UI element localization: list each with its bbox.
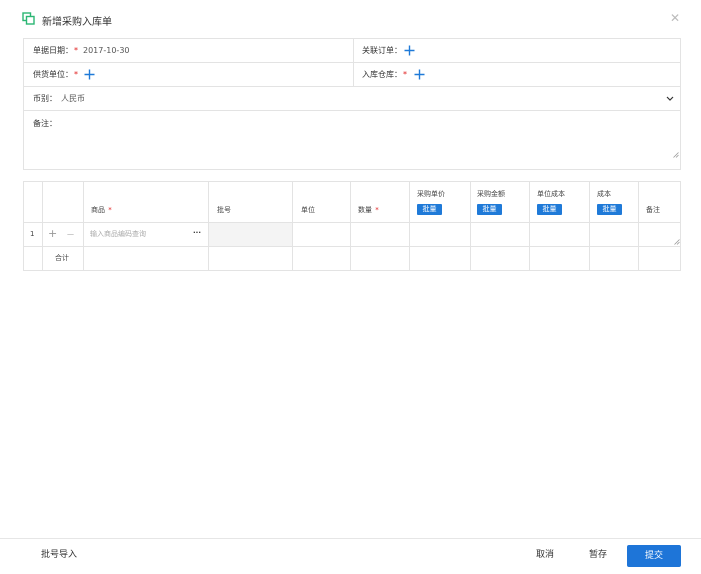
remark-textarea[interactable]: [74, 117, 674, 165]
col-unit: 单位: [301, 206, 315, 214]
submit-button[interactable]: 提交: [627, 545, 681, 567]
close-icon[interactable]: ✕: [670, 11, 680, 25]
batch-unit-cost-button[interactable]: 批量: [537, 204, 562, 215]
col-product: 商品 *: [91, 206, 112, 214]
resize-handle-icon[interactable]: [674, 239, 680, 245]
supplier-label: 供货单位：*: [33, 70, 78, 79]
save-draft-button[interactable]: 暂存: [589, 549, 607, 561]
copy-icon: [22, 12, 35, 25]
related-order-label: 关联订单：: [362, 46, 402, 55]
doc-date-field[interactable]: 2017-10-30: [83, 46, 130, 56]
order-form: 单据日期：* 2017-10-30 关联订单： 供货单位：* 入库仓库：* 币别…: [23, 38, 681, 170]
remove-row-icon[interactable]: —: [67, 230, 74, 239]
currency-select[interactable]: 人民币: [61, 94, 85, 104]
batch-cost-button[interactable]: 批量: [597, 204, 622, 215]
chevron-down-icon[interactable]: [666, 96, 674, 102]
col-remark: 备注: [646, 206, 660, 214]
add-related-order-icon[interactable]: [404, 45, 415, 56]
currency-label: 币别：: [33, 94, 57, 103]
add-warehouse-icon[interactable]: [414, 69, 425, 80]
col-purchase-amount: 采购金额: [477, 190, 505, 198]
col-batch-no: 批号: [217, 206, 231, 214]
col-quantity: 数量 *: [358, 206, 379, 214]
dialog-title: 新增采购入库单: [42, 17, 112, 28]
resize-handle-icon[interactable]: [673, 152, 679, 158]
more-icon[interactable]: ···: [193, 229, 201, 238]
batch-no-cell[interactable]: [209, 223, 292, 246]
warehouse-label: 入库仓库：*: [362, 70, 407, 79]
add-supplier-icon[interactable]: [84, 69, 95, 80]
product-table: 商品 * 批号 单位 数量 * 采购单价 批量 采购金额 批量 单位成本 批量 …: [23, 181, 681, 271]
batch-import-button[interactable]: 批号导入: [41, 549, 77, 561]
doc-date-label: 单据日期：*: [33, 46, 78, 55]
col-cost: 成本: [597, 190, 611, 198]
remark-label: 备注：: [33, 119, 57, 128]
total-label: 合计: [55, 254, 69, 262]
cancel-button[interactable]: 取消: [536, 549, 554, 561]
add-row-icon[interactable]: +: [48, 228, 57, 239]
footer-divider: [0, 538, 701, 539]
batch-amount-button[interactable]: 批量: [477, 204, 502, 215]
row-index: 1: [30, 230, 35, 238]
col-purchase-price: 采购单价: [417, 190, 445, 198]
col-unit-cost: 单位成本: [537, 190, 565, 198]
batch-price-button[interactable]: 批量: [417, 204, 442, 215]
product-search-input[interactable]: 输入商品编码查询: [90, 230, 146, 239]
